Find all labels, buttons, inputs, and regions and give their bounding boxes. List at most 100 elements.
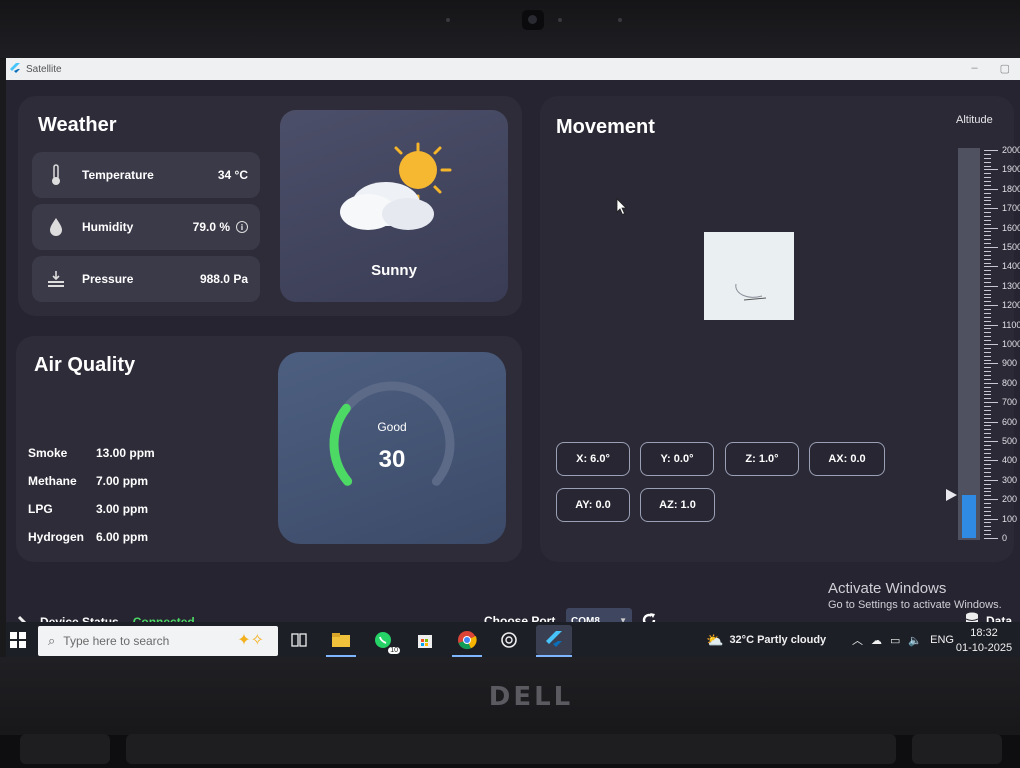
humidity-value: 79.0 % xyxy=(192,220,230,234)
altitude-minor-tick xyxy=(984,359,991,361)
altitude-tick-label: 0 xyxy=(1002,533,1008,543)
info-icon[interactable]: i xyxy=(236,221,248,233)
ax-button[interactable]: AX: 0.0 xyxy=(809,442,885,476)
language-indicator[interactable]: ENG xyxy=(930,634,954,646)
hinge-piece xyxy=(20,734,110,764)
altitude-minor-tick xyxy=(984,409,991,411)
altitude-minor-tick xyxy=(984,491,991,493)
altitude-minor-tick xyxy=(984,351,991,353)
altitude-tick-label: 200 xyxy=(1002,494,1018,505)
minimize-button[interactable]: – xyxy=(971,62,977,75)
z-angle-button[interactable]: Z: 1.0° xyxy=(725,442,799,476)
altitude-minor-tick xyxy=(984,425,991,427)
altitude-minor-tick xyxy=(984,433,991,435)
altitude-minor-tick xyxy=(984,406,991,408)
lpg-row: LPG 3.00 ppm xyxy=(28,502,148,516)
file-explorer-icon[interactable] xyxy=(328,628,354,652)
air-quality-title: Air Quality xyxy=(34,354,136,376)
altitude-major-tick xyxy=(984,460,998,462)
window-title: Satellite xyxy=(26,63,62,75)
altitude-minor-tick xyxy=(984,289,991,291)
temperature-label: Temperature xyxy=(82,168,154,182)
weather-tray-text: 32°C Partly cloudy xyxy=(729,634,827,646)
altitude-minor-tick xyxy=(984,472,991,474)
altitude-minor-tick xyxy=(984,394,991,396)
altitude-minor-tick xyxy=(984,231,991,233)
volume-icon[interactable]: 🔈 xyxy=(908,634,922,647)
hydrogen-row: Hydrogen 6.00 ppm xyxy=(28,530,148,544)
chatgpt-icon[interactable] xyxy=(496,628,522,652)
methane-row: Methane 7.00 ppm xyxy=(28,474,148,488)
taskbar-weather[interactable]: ⛅ 32°C Partly cloudy xyxy=(706,622,826,658)
altitude-minor-tick xyxy=(984,340,991,342)
altitude-major-tick xyxy=(984,538,998,539)
battery-icon[interactable]: ▭ xyxy=(890,634,900,647)
altitude-major-tick xyxy=(984,382,998,384)
altitude-minor-tick xyxy=(984,301,991,303)
altitude-minor-tick xyxy=(984,297,991,299)
altitude-minor-tick xyxy=(984,177,991,179)
sun-cloud-icon xyxy=(340,142,452,230)
altitude-minor-tick xyxy=(984,262,991,264)
altitude-minor-tick xyxy=(984,448,991,450)
windows-start-icon[interactable] xyxy=(10,632,26,648)
altitude-minor-tick xyxy=(984,530,991,532)
altitude-minor-tick xyxy=(984,274,991,276)
task-view-icon[interactable] xyxy=(286,628,312,652)
window-titlebar: Satellite – ▢ xyxy=(6,58,1020,80)
altitude-minor-tick xyxy=(984,270,991,272)
sensor-dot xyxy=(446,18,450,22)
altitude-minor-tick xyxy=(984,165,991,167)
altitude-minor-tick xyxy=(984,514,991,516)
taskbar-search[interactable]: ⌕ Type here to search ✦✧ xyxy=(38,626,278,656)
az-button[interactable]: AZ: 1.0 xyxy=(640,488,715,522)
x-angle-button[interactable]: X: 6.0° xyxy=(556,442,630,476)
altitude-marker xyxy=(946,489,957,502)
altitude-major-tick xyxy=(984,208,998,210)
maximize-button[interactable]: ▢ xyxy=(1000,62,1010,75)
pressure-row: Pressure 988.0 Pa xyxy=(32,256,260,302)
altitude-major-tick xyxy=(984,247,998,248)
altitude-major-tick xyxy=(984,499,998,501)
onedrive-icon[interactable]: ☁ xyxy=(871,634,882,647)
altitude-minor-tick xyxy=(984,371,991,373)
altitude-minor-tick xyxy=(984,444,991,446)
altitude-minor-tick xyxy=(984,483,991,485)
taskbar-clock[interactable]: 18:32 01-10-2025 xyxy=(954,622,1014,658)
altitude-minor-tick xyxy=(984,320,991,322)
sensor-dot xyxy=(618,18,622,22)
screen: Satellite – ▢ Weather Temperature 34 °C … xyxy=(6,58,1020,658)
altitude-minor-tick xyxy=(984,475,991,477)
weather-card: Weather Temperature 34 °C Humidity 79.0 … xyxy=(18,96,522,316)
movement-card: Movement X: 6.0° Y: 0.0° Z: 1.0° AX: 0.0… xyxy=(540,96,1014,562)
altitude-minor-tick xyxy=(984,192,991,194)
lpg-value: 3.00 ppm xyxy=(96,502,149,516)
altitude-minor-tick xyxy=(984,378,991,380)
chevron-up-icon[interactable]: ︿ xyxy=(852,632,863,648)
y-angle-button[interactable]: Y: 0.0° xyxy=(640,442,714,476)
windows-taskbar: ⌕ Type here to search ✦✧ 10 ⛅ 32°C Partl… xyxy=(6,622,1020,658)
store-icon[interactable] xyxy=(412,628,438,652)
dell-logo: DELL xyxy=(488,682,574,712)
chrome-icon[interactable] xyxy=(454,628,480,652)
methane-value: 7.00 ppm xyxy=(96,474,149,488)
movement-title: Movement xyxy=(556,116,655,138)
altitude-minor-tick xyxy=(984,510,991,512)
altitude-minor-tick xyxy=(984,181,991,183)
lpg-label: LPG xyxy=(28,502,53,516)
altitude-tick-label: 1100 xyxy=(1002,319,1020,330)
weather-tray-icon: ⛅ xyxy=(706,631,724,648)
altitude-minor-tick xyxy=(984,200,991,202)
flutter-app-taskbar-icon[interactable] xyxy=(536,625,572,655)
sparkle-icon: ✦✧ xyxy=(237,632,264,649)
altitude-minor-tick xyxy=(984,503,991,505)
smoke-label: Smoke xyxy=(28,446,68,460)
altitude-tick-label: 1500 xyxy=(1002,242,1020,252)
whatsapp-icon[interactable]: 10 xyxy=(370,628,400,654)
altitude-title: Altitude xyxy=(956,114,993,126)
altitude-minor-tick xyxy=(984,153,991,155)
aqi-gauge xyxy=(329,381,455,486)
ay-button[interactable]: AY: 0.0 xyxy=(556,488,630,522)
app-body: Weather Temperature 34 °C Humidity 79.0 … xyxy=(6,80,1020,644)
clock-date: 01-10-2025 xyxy=(955,641,1013,654)
